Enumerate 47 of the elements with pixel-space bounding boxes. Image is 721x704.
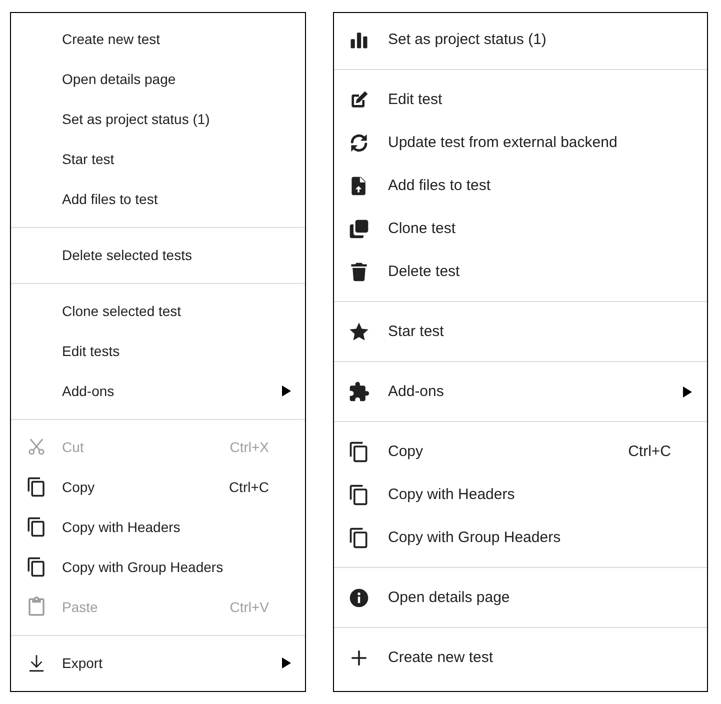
menu-item[interactable]: Edit tests: [11, 331, 305, 371]
menu-item[interactable]: Star test: [334, 310, 707, 353]
menu-item[interactable]: Export: [11, 643, 305, 683]
shortcut-label: Ctrl+C: [228, 479, 269, 495]
menu-item[interactable]: Edit test: [334, 78, 707, 121]
info-icon: [348, 586, 370, 608]
menu-item[interactable]: Open details page: [334, 576, 707, 619]
menu-item[interactable]: Add files to test: [334, 164, 707, 207]
scissors-icon: [26, 436, 47, 458]
menu-item[interactable]: Set as project status (1): [334, 18, 707, 61]
menu-item[interactable]: Delete test: [334, 250, 707, 293]
menu-item[interactable]: Delete selected tests: [11, 235, 305, 275]
menu-item[interactable]: Copy with Headers: [334, 473, 707, 516]
menu-item[interactable]: Clone test: [334, 207, 707, 250]
copy-icon: [26, 476, 47, 498]
menu-item[interactable]: Update test from external backend: [334, 121, 707, 164]
copy-icon: [26, 556, 47, 578]
submenu-arrow-icon: [282, 658, 291, 668]
menu-item[interactable]: Add-ons: [11, 371, 305, 411]
menu-item[interactable]: Copy with Group Headers: [11, 547, 305, 587]
shortcut-label: Ctrl+X: [230, 439, 269, 455]
copy-icon: [348, 440, 370, 462]
menu-item[interactable]: Clone selected test: [11, 291, 305, 331]
submenu-arrow-icon: [282, 386, 291, 396]
copy-icon: [26, 516, 47, 538]
refresh-icon: [348, 132, 370, 154]
menu-item[interactable]: Create new test: [11, 19, 305, 59]
menu-item[interactable]: Copy with Group Headers: [334, 516, 707, 559]
submenu-arrow-icon: [683, 386, 692, 397]
puzzle-icon: [348, 380, 370, 402]
menu-item[interactable]: Create new test: [334, 636, 707, 679]
clone-icon: [348, 218, 370, 240]
menu-item[interactable]: Copy Ctrl+C: [11, 467, 305, 507]
trash-icon: [348, 260, 370, 282]
shortcut-label: Ctrl+C: [628, 443, 671, 460]
clipboard-icon: [26, 596, 47, 618]
shortcut-label: Ctrl+V: [230, 599, 269, 615]
menu-item[interactable]: Star test: [11, 139, 305, 179]
menu-item[interactable]: Add files to test: [11, 179, 305, 219]
menu-item[interactable]: Copy with Headers: [11, 507, 305, 547]
menu-item[interactable]: Open details page: [11, 59, 305, 99]
copy-icon: [348, 484, 370, 506]
star-icon: [348, 320, 370, 342]
copy-icon: [348, 526, 370, 548]
menu-item[interactable]: Add-ons: [334, 370, 707, 413]
menu-item[interactable]: Copy Ctrl+C: [334, 430, 707, 473]
menu-item[interactable]: Set as project status (1): [11, 99, 305, 139]
